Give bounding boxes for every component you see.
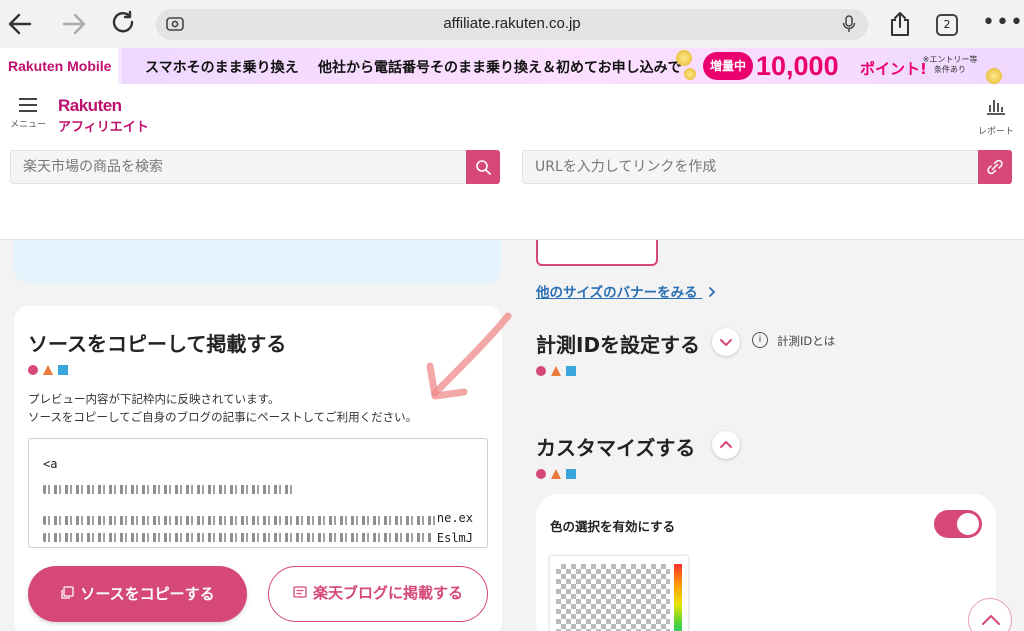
- forward-arrow-icon[interactable]: [60, 10, 88, 38]
- hamburger-icon: [19, 98, 37, 112]
- reload-icon[interactable]: [110, 10, 138, 38]
- brand-logo[interactable]: Rakuten アフィリエイト: [58, 96, 149, 135]
- color-picker[interactable]: [550, 556, 688, 631]
- bar-chart-icon: [987, 100, 1005, 115]
- ad-points-number: 10,000: [756, 51, 839, 81]
- chevron-right-icon: [709, 287, 716, 297]
- color-selection-card: 色の選択を有効にする: [536, 494, 996, 631]
- measure-id-expand[interactable]: [712, 328, 740, 356]
- ad-note-line2: 条件あり: [934, 65, 966, 74]
- shape-decoration: [536, 468, 576, 480]
- coin-icon: [986, 68, 1002, 84]
- triangle-shape: [43, 365, 53, 375]
- circle-shape: [536, 469, 546, 479]
- ad-banner[interactable]: Rakuten Mobile スマホそのまま乗り換え 他社から電話番号そのまま乗…: [0, 48, 1024, 84]
- microphone-icon[interactable]: [842, 15, 856, 33]
- copy-source-button[interactable]: ソースをコピーする: [28, 566, 247, 622]
- hue-slider[interactable]: [674, 564, 682, 631]
- url-input[interactable]: [523, 151, 973, 183]
- source-description: プレビュー内容が下記枠内に反映されています。 ソースをコピーしてご自身のブログの…: [28, 390, 417, 426]
- code-fragment: EslmJ: [436, 531, 473, 545]
- banner-size-option-selected[interactable]: [536, 240, 658, 266]
- square-shape: [566, 366, 576, 376]
- square-shape: [58, 365, 68, 375]
- report-button[interactable]: レポート: [976, 96, 1016, 137]
- share-icon[interactable]: [888, 10, 912, 38]
- circle-shape: [536, 366, 546, 376]
- color-toggle-switch[interactable]: [934, 510, 982, 538]
- search-button[interactable]: [466, 150, 500, 184]
- link-icon: [987, 159, 1003, 175]
- other-sizes-link[interactable]: 他のサイズのバナーをみる: [536, 281, 718, 301]
- search-icon: [476, 160, 491, 175]
- other-sizes-label: 他のサイズのバナーをみる: [536, 285, 698, 301]
- ad-note: ※エントリー等 条件あり: [920, 55, 980, 75]
- tabs-icon[interactable]: 2: [936, 14, 958, 36]
- customize-collapse[interactable]: [712, 431, 740, 459]
- ad-body: 他社から電話番号そのまま乗り換え＆初めてお申し込みで: [318, 60, 682, 76]
- blurred-code: [43, 516, 443, 525]
- brand-line2: アフィリエイト: [58, 120, 149, 135]
- circle-shape: [28, 365, 38, 375]
- back-arrow-icon[interactable]: [6, 10, 34, 38]
- info-icon[interactable]: i: [752, 332, 768, 348]
- triangle-shape: [551, 366, 561, 376]
- app-header: メニュー Rakuten アフィリエイト レポート: [0, 84, 1024, 240]
- square-shape: [566, 469, 576, 479]
- scroll-to-top-button[interactable]: [968, 598, 1012, 631]
- description-line2: ソースをコピーしてご自身のブログの記事にペーストしてご利用ください。: [28, 410, 418, 424]
- measure-id-title: 計測IDを設定する: [536, 333, 701, 357]
- ad-badge: 増量中: [703, 52, 753, 80]
- source-copy-card: ソースをコピーして掲載する プレビュー内容が下記枠内に反映されています。 ソース…: [14, 306, 502, 631]
- address-bar[interactable]: affiliate.rakuten.co.jp: [156, 9, 868, 40]
- source-card-title: ソースをコピーして掲載する: [28, 332, 287, 356]
- measure-id-info-link[interactable]: 計測IDとは: [777, 333, 835, 349]
- banner-size-option[interactable]: [666, 240, 786, 266]
- menu-button[interactable]: メニュー: [10, 96, 46, 130]
- blog-button-label: 楽天ブログに掲載する: [312, 584, 463, 602]
- brand-line1: Rakuten: [58, 96, 122, 115]
- code-start: <a: [43, 457, 58, 471]
- triangle-shape: [551, 469, 561, 479]
- ad-brand-logo: Rakuten Mobile: [0, 48, 118, 84]
- ad-headline: スマホそのまま乗り換え: [145, 60, 299, 76]
- banner-size-option[interactable]: [794, 240, 914, 266]
- color-toggle-label: 色の選択を有効にする: [550, 519, 676, 534]
- url-text: affiliate.rakuten.co.jp: [443, 15, 581, 32]
- shape-decoration: [536, 365, 576, 377]
- post-blog-button[interactable]: 楽天ブログに掲載する: [268, 566, 488, 622]
- source-code-box[interactable]: <a ne.ex EslmJ: [28, 438, 488, 548]
- browser-toolbar: affiliate.rakuten.co.jp 2 •••: [0, 0, 1024, 48]
- create-link-button[interactable]: [978, 150, 1012, 184]
- chevron-up-icon: [982, 615, 1000, 625]
- coin-icon: [684, 68, 696, 80]
- ad-note-line1: ※エントリー等: [922, 55, 978, 64]
- switch-knob: [957, 513, 979, 535]
- ad-points-unit: ポイント!: [860, 60, 927, 78]
- shape-decoration: [28, 364, 68, 376]
- coin-icon: [676, 50, 692, 66]
- product-search-input[interactable]: [11, 151, 461, 183]
- copy-icon: [61, 586, 75, 599]
- more-options-icon[interactable]: •••: [982, 10, 1024, 35]
- chevron-down-icon: [720, 339, 732, 346]
- report-label: レポート: [977, 127, 1014, 137]
- copy-button-label: ソースをコピーする: [80, 585, 215, 603]
- product-search: [10, 150, 500, 184]
- menu-label: メニュー: [10, 120, 47, 130]
- chevron-up-icon: [720, 441, 732, 448]
- blog-icon: [293, 586, 307, 598]
- blurred-code: [43, 485, 293, 494]
- color-picker-area[interactable]: [556, 564, 670, 631]
- link-create: [522, 150, 1012, 184]
- description-line1: プレビュー内容が下記枠内に反映されています。: [28, 392, 280, 406]
- code-fragment: ne.ex: [436, 511, 473, 525]
- customize-title: カスタマイズする: [536, 436, 696, 460]
- preview-panel: [14, 240, 502, 284]
- blurred-code: [43, 533, 433, 542]
